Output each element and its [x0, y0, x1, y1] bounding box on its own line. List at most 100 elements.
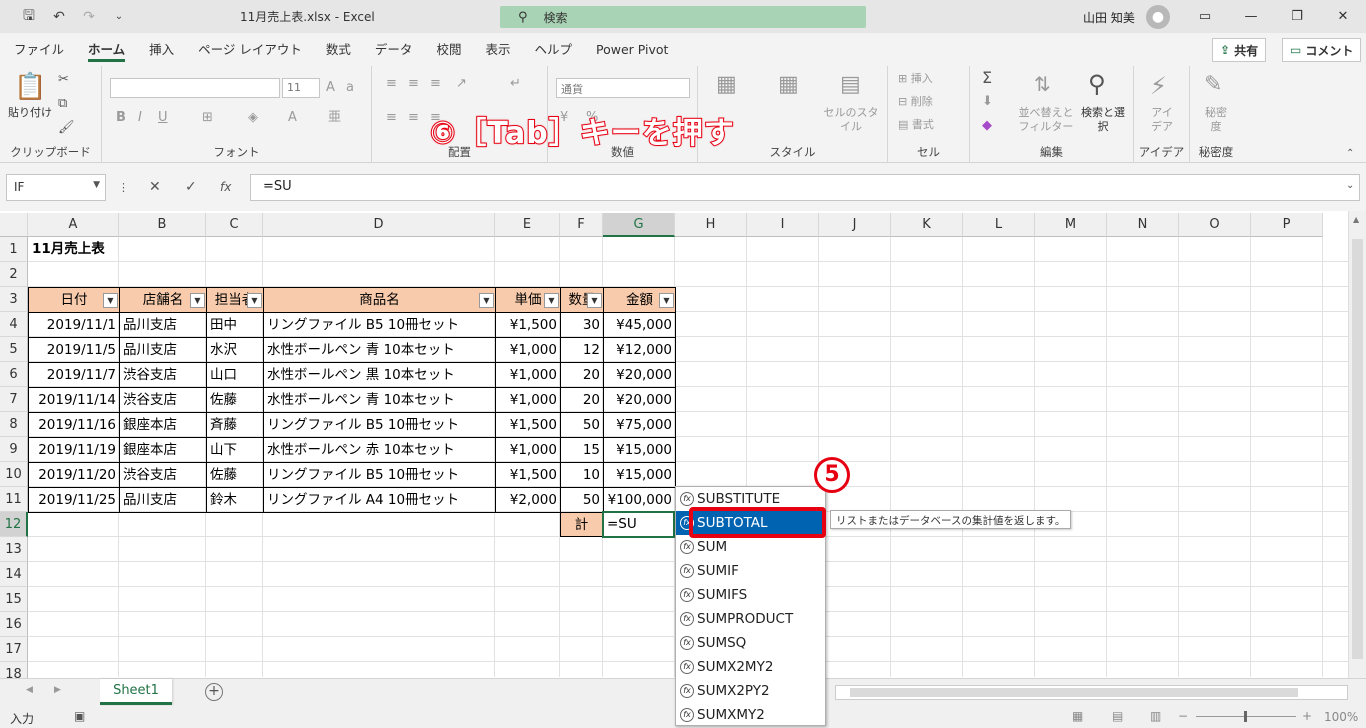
filter-dropdown-icon[interactable]: ▼ — [544, 293, 559, 308]
select-all[interactable] — [0, 213, 28, 237]
bold-icon[interactable]: B — [116, 110, 126, 126]
phonetic-icon[interactable]: 亜 — [328, 110, 341, 126]
ideas-button[interactable]: アイデア — [1146, 106, 1178, 134]
align-bottom-icon[interactable]: ≡ — [430, 76, 441, 92]
column-header[interactable]: E — [495, 213, 560, 237]
zoom-slider-thumb[interactable] — [1244, 711, 1247, 722]
add-sheet-icon[interactable]: + — [205, 683, 223, 701]
row-header[interactable]: 1 — [0, 237, 28, 262]
table-cell[interactable]: 20 — [560, 387, 604, 413]
table-cell[interactable]: ¥2,000 — [495, 487, 561, 513]
filter-dropdown-icon[interactable]: ▼ — [247, 293, 262, 308]
autocomplete-item[interactable]: fx SUMPRODUCT — [676, 607, 825, 631]
table-cell[interactable]: 渋谷支店 — [119, 362, 207, 388]
tab-power-pivot[interactable]: Power Pivot — [584, 33, 680, 66]
row-header[interactable]: 11 — [0, 487, 28, 512]
row-header[interactable]: 18 — [0, 662, 28, 678]
table-cell[interactable]: 2019/11/1 — [28, 312, 120, 338]
autocomplete-item[interactable]: fx SUM — [676, 535, 825, 559]
next-sheet-icon[interactable]: ▶ — [54, 685, 61, 695]
table-cell[interactable]: 品川支店 — [119, 312, 207, 338]
collapse-ribbon-icon[interactable]: ⌃ — [1346, 146, 1354, 162]
row-header[interactable]: 8 — [0, 412, 28, 437]
cut-icon[interactable]: ✂ — [58, 72, 69, 88]
filter-dropdown-icon[interactable]: ▼ — [479, 293, 494, 308]
table-cell[interactable]: 水沢 — [206, 337, 264, 363]
prev-sheet-icon[interactable]: ◀ — [26, 685, 33, 695]
tab-page-layout[interactable]: ページ レイアウト — [186, 33, 314, 66]
header-qty[interactable]: 数量 ▼ — [560, 287, 604, 313]
table-cell[interactable]: ¥1,500 — [495, 412, 561, 438]
scroll-thumb[interactable] — [1352, 239, 1363, 659]
zoom-level[interactable]: 100% — [1324, 710, 1358, 724]
table-cell[interactable]: 水性ボールペン 赤 10本セット — [263, 437, 496, 463]
restore-icon[interactable]: ❐ — [1274, 0, 1320, 33]
table-cell[interactable]: ¥20,000 — [603, 362, 676, 388]
table-cell[interactable]: ¥20,000 — [603, 387, 676, 413]
find-select-button[interactable]: 検索と選択 — [1080, 106, 1126, 134]
align-left-icon[interactable]: ≡ — [386, 110, 397, 126]
autocomplete-item[interactable]: fx SUMIF — [676, 559, 825, 583]
tab-formulas[interactable]: 数式 — [314, 33, 363, 66]
table-cell[interactable]: 銀座本店 — [119, 412, 207, 438]
table-cell[interactable]: 2019/11/16 — [28, 412, 120, 438]
table-cell[interactable]: 品川支店 — [119, 337, 207, 363]
autocomplete-item[interactable]: fx SUMIFS — [676, 583, 825, 607]
tab-data[interactable]: データ — [363, 33, 425, 66]
column-header[interactable]: F — [560, 213, 603, 237]
page-layout-view-icon[interactable]: ▤ — [1112, 709, 1123, 723]
row-header[interactable]: 15 — [0, 587, 28, 612]
undo-icon[interactable]: ↶ — [44, 0, 74, 33]
table-cell[interactable]: 2019/11/5 — [28, 337, 120, 363]
format-cells-button[interactable]: ▤ 書式 — [898, 118, 934, 132]
fill-color-icon[interactable]: ◈ — [248, 110, 258, 126]
row-header[interactable]: 4 — [0, 312, 28, 337]
horizontal-scrollbar[interactable] — [835, 685, 1348, 700]
table-cell[interactable]: リングファイル B5 10冊セット — [263, 312, 496, 338]
table-cell[interactable]: 2019/11/25 — [28, 487, 120, 513]
table-cell[interactable]: ¥1,000 — [495, 437, 561, 463]
insert-cells-button[interactable]: ⊞ 挿入 — [898, 72, 933, 86]
header-amount[interactable]: 金額 ▼ — [603, 287, 676, 313]
tab-view[interactable]: 表示 — [473, 33, 522, 66]
table-cell[interactable]: ¥1,000 — [495, 387, 561, 413]
shrink-font-icon[interactable]: a — [346, 80, 354, 96]
save-icon[interactable]: 🖫 — [14, 0, 44, 33]
filter-dropdown-icon[interactable]: ▼ — [659, 293, 674, 308]
sort-filter-button[interactable]: 並べ替えとフィルター — [1016, 106, 1076, 134]
table-format-icon[interactable]: ▦ — [778, 72, 799, 98]
wrap-text-icon[interactable]: ↵ — [510, 76, 521, 92]
underline-icon[interactable]: U — [158, 110, 168, 126]
table-cell[interactable]: ¥12,000 — [603, 337, 676, 363]
table-cell[interactable]: ¥15,000 — [603, 462, 676, 488]
table-cell[interactable]: ¥1,000 — [495, 337, 561, 363]
copy-icon[interactable]: ⧉ — [58, 96, 67, 112]
table-cell[interactable]: ¥1,500 — [495, 312, 561, 338]
filter-dropdown-icon[interactable]: ▼ — [587, 293, 602, 308]
table-cell[interactable]: 20 — [560, 362, 604, 388]
column-header[interactable]: G — [603, 213, 675, 237]
vertical-scrollbar[interactable]: ▲ — [1348, 211, 1366, 678]
align-center-icon[interactable]: ≡ — [408, 110, 419, 126]
header-date[interactable]: 日付 ▼ — [28, 287, 120, 313]
column-header[interactable]: H — [675, 213, 747, 237]
table-cell[interactable]: 水性ボールペン 青 10本セット — [263, 387, 496, 413]
zoom-in-icon[interactable]: + — [1302, 709, 1312, 723]
align-top-icon[interactable]: ≡ — [386, 76, 397, 92]
formula-input[interactable]: =SU — [250, 174, 1360, 201]
table-cell[interactable]: 田中 — [206, 312, 264, 338]
column-header[interactable]: M — [1035, 213, 1107, 237]
row-header[interactable]: 17 — [0, 637, 28, 662]
close-icon[interactable]: ✕ — [1320, 0, 1366, 33]
total-label-cell[interactable]: 計 — [560, 512, 603, 537]
grow-font-icon[interactable]: A — [326, 80, 335, 96]
filter-dropdown-icon[interactable]: ▼ — [190, 293, 205, 308]
tab-insert[interactable]: 挿入 — [137, 33, 186, 66]
column-header[interactable]: C — [206, 213, 263, 237]
header-product[interactable]: 商品名 ▼ — [263, 287, 496, 313]
table-cell[interactable]: 斉藤 — [206, 412, 264, 438]
table-cell[interactable]: 10 — [560, 462, 604, 488]
table-cell[interactable]: 銀座本店 — [119, 437, 207, 463]
sheet-tab[interactable]: Sheet1 — [100, 679, 172, 705]
table-cell[interactable]: 12 — [560, 337, 604, 363]
